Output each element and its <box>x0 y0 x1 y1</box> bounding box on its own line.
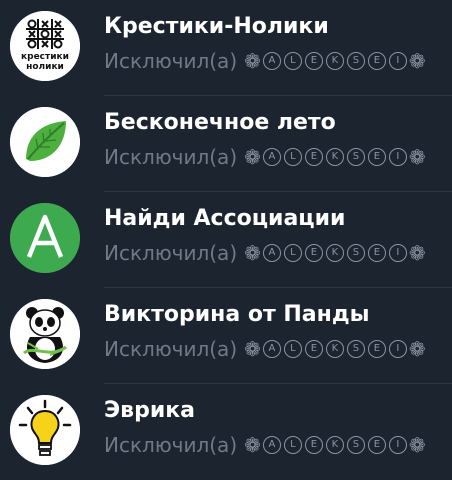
circled-letter: L <box>283 244 302 262</box>
chat-row[interactable]: Найди Ассоциации Исключил(а) ❁ A L E K S E I ❁ <box>0 192 452 288</box>
circled-letter: E <box>367 436 386 454</box>
letter-a-icon <box>10 203 80 273</box>
circled-letter: S <box>346 148 365 166</box>
tic-tac-toe-icon: крестики нолики <box>10 11 80 81</box>
circled-letter: I <box>388 52 407 70</box>
avatar <box>10 299 80 369</box>
circled-letter: K <box>325 148 344 166</box>
avatar <box>10 107 80 177</box>
subtitle-text: Исключил(а) <box>104 433 238 457</box>
user-name: ❁ A L E K S E I ❁ <box>244 339 426 359</box>
circled-letter: A <box>262 52 281 70</box>
avatar-caption: крестики <box>21 52 69 62</box>
subtitle-text: Исключил(а) <box>104 145 238 169</box>
chat-row[interactable]: Эврика Исключил(а) ❁ A L E K S E I ❁ <box>0 384 452 480</box>
user-name: ❁ A L E K S E I ❁ <box>244 147 426 167</box>
circled-letter: E <box>304 148 323 166</box>
subtitle-text: Исключил(а) <box>104 337 238 361</box>
flower-icon: ❁ <box>244 49 261 73</box>
user-name: ❁ A L E K S E I ❁ <box>244 243 426 263</box>
chat-subtitle: Исключил(а) ❁ A L E K S E I ❁ <box>104 241 426 265</box>
lightbulb-icon <box>10 395 80 465</box>
avatar: крестики нолики <box>10 11 80 81</box>
chat-row[interactable]: крестики нолики Крестики-Нолики Исключил… <box>0 0 452 96</box>
flower-icon: ❁ <box>408 241 426 265</box>
circled-letter: K <box>325 436 344 454</box>
circled-letter: E <box>367 52 386 70</box>
subtitle-text: Исключил(а) <box>104 49 238 73</box>
flower-icon: ❁ <box>408 433 426 457</box>
panda-icon <box>10 299 80 369</box>
flower-icon: ❁ <box>408 49 426 73</box>
chat-subtitle: Исключил(а) ❁ A L E K S E I ❁ <box>104 433 426 457</box>
circled-letter: E <box>304 52 323 70</box>
circled-letter: L <box>283 52 302 70</box>
flower-icon: ❁ <box>408 337 426 361</box>
subtitle-text: Исключил(а) <box>104 241 238 265</box>
circled-letter: E <box>367 244 386 262</box>
avatar <box>10 203 80 273</box>
chat-title: Крестики-Нолики <box>104 14 329 39</box>
circled-letter: I <box>388 340 407 358</box>
circled-letter: A <box>262 340 281 358</box>
chat-subtitle: Исключил(а) ❁ A L E K S E I ❁ <box>104 337 426 361</box>
circled-letter: A <box>262 244 281 262</box>
flower-icon: ❁ <box>244 145 261 169</box>
chat-row[interactable]: Викторина от Панды Исключил(а) ❁ A L E K S E I ❁ <box>0 288 452 384</box>
circled-letter: I <box>388 148 407 166</box>
chat-subtitle: Исключил(а) ❁ A L E K S E I ❁ <box>104 145 426 169</box>
circled-letter: E <box>367 340 386 358</box>
user-name: ❁ A L E K S E I ❁ <box>244 435 426 455</box>
circled-letter: I <box>388 436 407 454</box>
flower-icon: ❁ <box>244 337 261 361</box>
circled-letter: S <box>346 436 365 454</box>
flower-icon: ❁ <box>244 241 261 265</box>
chat-subtitle: Исключил(а) ❁ A L E K S E I ❁ <box>104 49 426 73</box>
chat-row[interactable]: Бесконечное лето Исключил(а) ❁ A L E K S E I ❁ <box>0 96 452 192</box>
circled-letter: S <box>346 340 365 358</box>
circled-letter: L <box>283 148 302 166</box>
circled-letter: A <box>262 436 281 454</box>
circled-letter: S <box>346 52 365 70</box>
circled-letter: E <box>367 148 386 166</box>
chat-title: Эврика <box>104 398 196 423</box>
flower-icon: ❁ <box>408 145 426 169</box>
circled-letter: E <box>304 340 323 358</box>
circled-letter: S <box>346 244 365 262</box>
circled-letter: K <box>325 340 344 358</box>
avatar-caption: нолики <box>26 62 64 72</box>
circled-letter: K <box>325 52 344 70</box>
chat-title: Найди Ассоциации <box>104 206 346 231</box>
user-name: ❁ A L E K S E I ❁ <box>244 51 426 71</box>
circled-letter: A <box>262 148 281 166</box>
circled-letter: L <box>283 340 302 358</box>
chat-title: Бесконечное лето <box>104 110 336 135</box>
circled-letter: E <box>304 244 323 262</box>
avatar <box>10 395 80 465</box>
chat-title: Викторина от Панды <box>104 302 370 327</box>
circled-letter: E <box>304 436 323 454</box>
circled-letter: K <box>325 244 344 262</box>
circled-letter: I <box>388 244 407 262</box>
leaf-icon <box>10 107 80 177</box>
flower-icon: ❁ <box>244 433 261 457</box>
circled-letter: L <box>283 436 302 454</box>
chat-list: крестики нолики Крестики-Нолики Исключил… <box>0 0 452 480</box>
